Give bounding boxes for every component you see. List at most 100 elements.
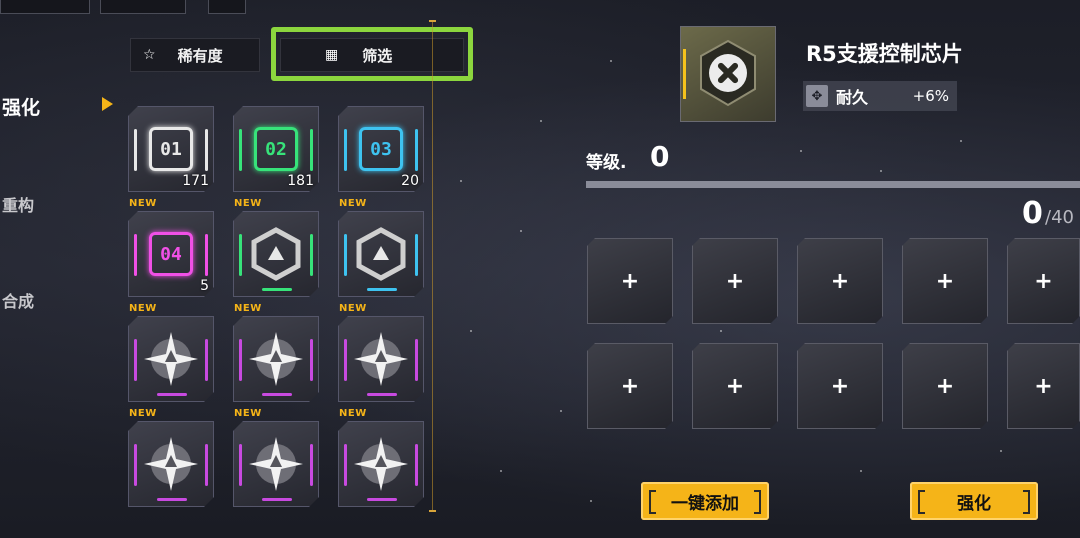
- new-tag: NEW: [129, 408, 157, 419]
- rarity-bar-right: [310, 339, 313, 381]
- exp-progress-bar: [586, 181, 1080, 188]
- material-slot[interactable]: +: [692, 238, 778, 324]
- rarity-bar-right: [415, 234, 418, 276]
- new-tag: NEW: [234, 408, 262, 419]
- material-slot[interactable]: +: [797, 238, 883, 324]
- inventory-item[interactable]: [338, 421, 424, 507]
- material-slot[interactable]: +: [902, 343, 988, 429]
- chip-icon: 01: [149, 127, 193, 171]
- star-burst-icon: [140, 328, 202, 390]
- add-plus-icon: +: [830, 373, 850, 399]
- back-button[interactable]: [0, 0, 90, 14]
- rarity-bar-right: [205, 129, 208, 171]
- scrollbar-bottom-cap: [429, 510, 436, 512]
- level-value: 0: [650, 140, 670, 173]
- new-tag: NEW: [129, 303, 157, 314]
- inventory-item[interactable]: 02 181: [233, 106, 319, 192]
- inventory-item[interactable]: [338, 211, 424, 297]
- inventory-item[interactable]: [233, 316, 319, 402]
- material-slot[interactable]: +: [1007, 343, 1080, 429]
- inventory-item[interactable]: [128, 421, 214, 507]
- add-plus-icon: +: [1034, 268, 1053, 294]
- rarity-bar-right: [205, 339, 208, 381]
- new-tag: NEW: [234, 198, 262, 209]
- star-burst-icon: [350, 433, 412, 495]
- nav-active-arrow-icon: [102, 97, 113, 111]
- new-tag: NEW: [339, 303, 367, 314]
- material-slot[interactable]: +: [797, 343, 883, 429]
- inventory-item[interactable]: 04 5: [128, 211, 214, 297]
- durability-icon: ✥: [806, 85, 828, 107]
- stat-value: +6%: [912, 87, 949, 105]
- item-count: 181: [287, 173, 314, 189]
- item-count: 5: [200, 278, 209, 294]
- stat-name: 耐久: [836, 88, 869, 107]
- material-slot[interactable]: +: [692, 343, 778, 429]
- rarity-bar-bottom: [262, 393, 292, 396]
- rarity-bar-right: [310, 444, 313, 486]
- selected-item-accent: [683, 49, 686, 99]
- material-slot[interactable]: +: [1007, 238, 1080, 324]
- star-burst-icon: [245, 433, 307, 495]
- filter-highlight-outline: [271, 27, 473, 81]
- wrench-tools-icon: [700, 39, 756, 107]
- rarity-bar-right: [310, 129, 313, 171]
- rarity-bar-bottom: [367, 498, 397, 501]
- inventory-item[interactable]: 03 20: [338, 106, 424, 192]
- exp-max: /40: [1045, 207, 1074, 228]
- add-plus-icon: +: [620, 268, 640, 294]
- item-count: 20: [401, 173, 419, 189]
- material-slot[interactable]: +: [587, 343, 673, 429]
- new-tag: NEW: [129, 198, 157, 209]
- rarity-bar-right: [205, 444, 208, 486]
- scrollbar-top-cap: [429, 20, 436, 22]
- rarity-bar-bottom: [157, 393, 187, 396]
- material-slot[interactable]: +: [902, 238, 988, 324]
- star-burst-icon: [140, 433, 202, 495]
- auto-add-button[interactable]: 一键添加: [641, 482, 769, 520]
- material-slot[interactable]: +: [587, 238, 673, 324]
- selected-item-name: R5支援控制芯片: [806, 42, 963, 66]
- top-button-3[interactable]: [208, 0, 246, 14]
- level-label: 等级.: [586, 153, 627, 173]
- add-plus-icon: +: [935, 268, 955, 294]
- chip-icon: 02: [254, 127, 298, 171]
- nav-item-enhance[interactable]: 强化: [2, 93, 40, 120]
- add-plus-icon: +: [1034, 373, 1053, 399]
- add-plus-icon: +: [620, 373, 640, 399]
- inventory-item[interactable]: [233, 211, 319, 297]
- rarity-sort-tab[interactable]: ☆ 稀有度: [130, 38, 260, 72]
- hex-chip-icon: [351, 224, 411, 284]
- rarity-bar-right: [310, 234, 313, 276]
- rarity-bar-bottom: [367, 393, 397, 396]
- item-count: 171: [182, 173, 209, 189]
- rarity-sort-label: 稀有度: [177, 46, 223, 65]
- add-plus-icon: +: [830, 268, 850, 294]
- add-plus-icon: +: [935, 373, 955, 399]
- rarity-bar-right: [205, 234, 208, 276]
- top-button-2[interactable]: [100, 0, 186, 14]
- nav-item-synthesis[interactable]: 合成: [2, 288, 34, 312]
- enhance-button[interactable]: 强化: [910, 482, 1038, 520]
- nav-item-rebuild[interactable]: 重构: [2, 192, 34, 216]
- chip-icon: 03: [359, 127, 403, 171]
- add-plus-icon: +: [725, 268, 745, 294]
- star-burst-icon: [350, 328, 412, 390]
- inventory-scrollbar[interactable]: [432, 22, 433, 512]
- stat-row: ✥ 耐久 +6%: [803, 81, 957, 111]
- selected-item-icon-frame: [680, 26, 776, 122]
- inventory-item[interactable]: [233, 421, 319, 507]
- inventory-item[interactable]: [128, 316, 214, 402]
- rarity-bar-right: [415, 129, 418, 171]
- new-tag: NEW: [339, 198, 367, 209]
- rarity-bar-right: [415, 339, 418, 381]
- inventory-item[interactable]: 01 171: [128, 106, 214, 192]
- star-burst-icon: [245, 328, 307, 390]
- add-plus-icon: +: [725, 373, 745, 399]
- new-tag: NEW: [234, 303, 262, 314]
- rarity-bar-bottom: [262, 288, 292, 291]
- inventory-item[interactable]: [338, 316, 424, 402]
- rarity-bar-right: [415, 444, 418, 486]
- hex-chip-icon: [246, 224, 306, 284]
- rarity-bar-bottom: [157, 498, 187, 501]
